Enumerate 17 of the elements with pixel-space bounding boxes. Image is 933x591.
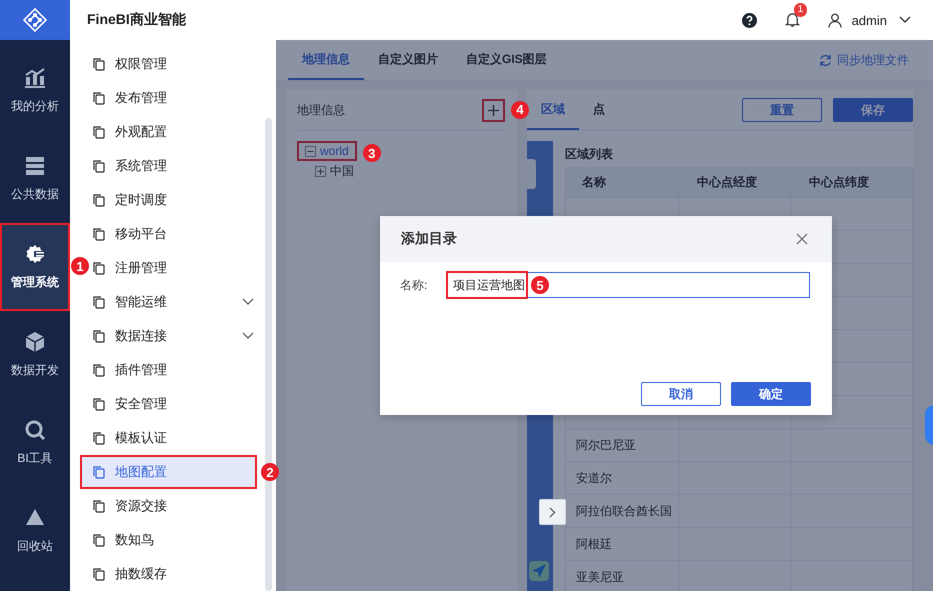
table-cell: 阿拉伯联合酋长国	[566, 495, 679, 528]
column-header: 中心点纬度	[791, 167, 913, 198]
table-cell: 亚美尼亚	[566, 561, 679, 591]
step-badge: 3	[362, 144, 381, 162]
step-badge: 4	[511, 100, 529, 118]
app-title: FineBI商业智能	[87, 11, 186, 29]
column-header: 中心点经度	[679, 167, 791, 198]
field-label: 名称:	[400, 276, 428, 294]
step-badge: 2	[261, 463, 279, 481]
notification-badge: 1	[794, 3, 808, 17]
table-cell: 阿尔巴尼亚	[566, 429, 679, 462]
column-header: 名称	[566, 167, 679, 198]
table-cell: 安道尔	[566, 462, 679, 495]
list-title: 区域列表	[565, 146, 614, 162]
dialog-title: 添加目录	[401, 230, 457, 248]
table-cell: 阿根廷	[566, 528, 679, 561]
panel-title: 地理信息	[297, 102, 345, 118]
